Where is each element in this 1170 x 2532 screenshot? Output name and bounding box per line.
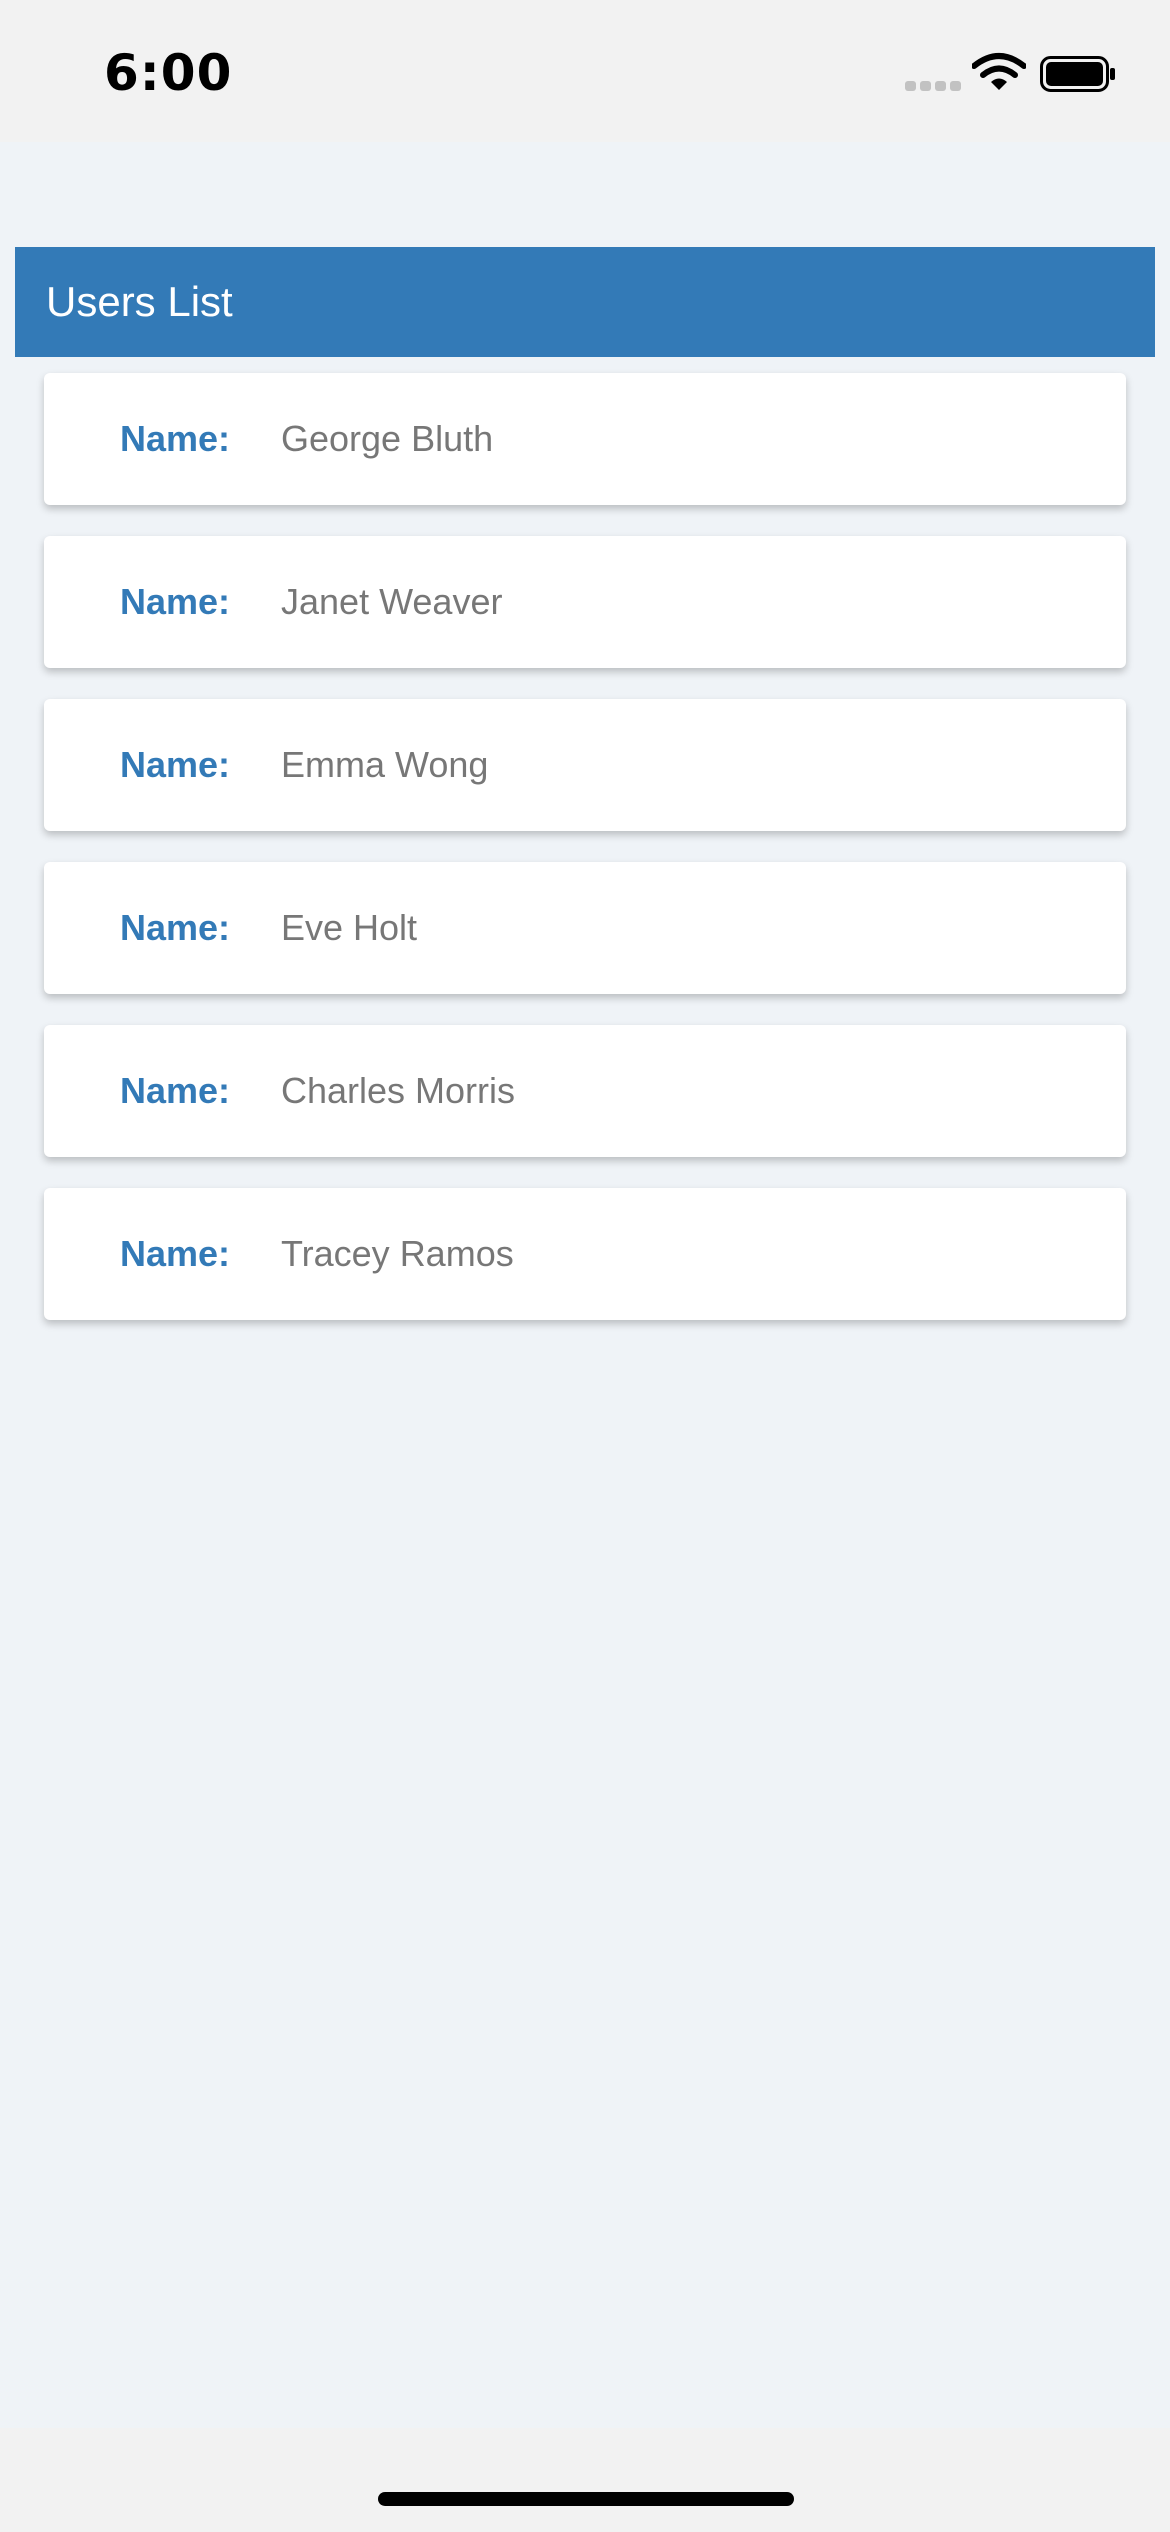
bottom-safe-area [0,2428,1170,2532]
user-name: Janet Weaver [281,581,503,622]
name-label: Name: [120,744,231,785]
user-card[interactable]: Name: Janet Weaver [44,536,1126,668]
signal-icon [905,81,961,91]
wifi-icon [972,53,1026,90]
user-name: Eve Holt [281,907,418,948]
page-title: Users List [46,278,233,325]
name-label: Name: [120,581,231,622]
user-card[interactable]: Name: Tracey Ramos [44,1188,1126,1320]
user-list: Name: George Bluth Name: Janet Weaver Na… [44,373,1126,1351]
user-card[interactable]: Name: Charles Morris [44,1025,1126,1157]
status-bar: 6:00 [0,0,1170,142]
name-label: Name: [120,907,231,948]
user-name: Tracey Ramos [281,1233,514,1274]
name-label: Name: [120,1233,231,1274]
battery-icon [1040,56,1115,92]
user-card[interactable]: Name: George Bluth [44,373,1126,505]
user-card[interactable]: Name: Eve Holt [44,862,1126,994]
user-name: Emma Wong [281,744,489,785]
status-time: 6:00 [104,44,233,102]
home-indicator[interactable] [378,2492,794,2506]
header-bar: Users List [15,247,1155,357]
name-label: Name: [120,1070,231,1111]
user-name: George Bluth [281,418,494,459]
user-name: Charles Morris [281,1070,516,1111]
name-label: Name: [120,418,231,459]
user-card[interactable]: Name: Emma Wong [44,699,1126,831]
